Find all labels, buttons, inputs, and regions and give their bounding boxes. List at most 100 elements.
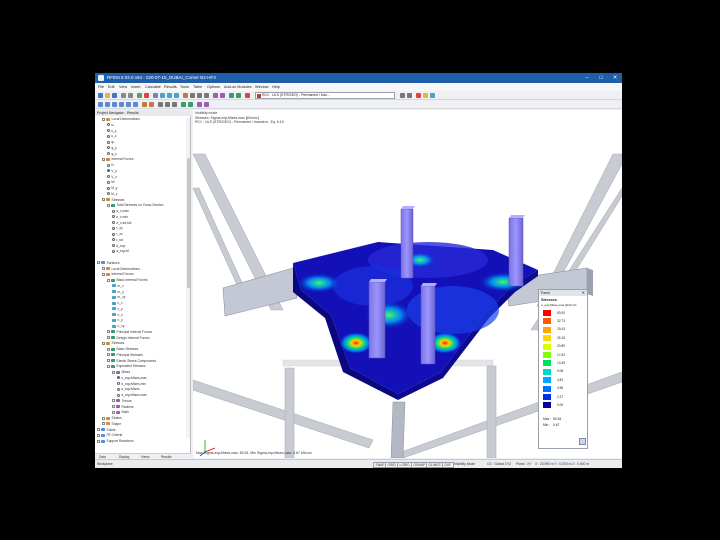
navigator-scrollbar[interactable] xyxy=(186,118,190,438)
tree-item[interactable]: V_z xyxy=(107,175,117,180)
expand-toggle-icon[interactable] xyxy=(112,405,115,409)
view-front-icon[interactable] xyxy=(174,93,179,98)
tree-item[interactable]: Local Deformations xyxy=(102,117,140,122)
tree-item[interactable]: Equivalent Stresses xyxy=(107,364,146,369)
tree-item[interactable]: Support Reactions xyxy=(97,439,134,444)
expand-toggle-icon[interactable] xyxy=(102,416,105,420)
panel-settings-icon[interactable] xyxy=(579,438,586,445)
node-icon[interactable] xyxy=(105,102,110,107)
pan-icon[interactable] xyxy=(197,93,202,98)
radio-button[interactable] xyxy=(112,215,116,219)
radio-button[interactable] xyxy=(117,387,121,391)
tree-item[interactable]: Strains xyxy=(102,416,122,421)
undo-icon[interactable] xyxy=(121,93,126,98)
tree-item[interactable]: Design Internal Forces xyxy=(107,336,150,341)
status-lgrid[interactable]: LGRID xyxy=(397,462,413,468)
expand-toggle-icon[interactable] xyxy=(97,261,100,265)
tree-item[interactable]: Stresses xyxy=(102,198,124,203)
menu-view[interactable]: View xyxy=(119,85,127,89)
radio-button[interactable] xyxy=(107,180,111,184)
calculate-icon[interactable] xyxy=(137,93,142,98)
clipping-icon[interactable] xyxy=(220,93,225,98)
tree-item[interactable]: σ_eqv,Mises xyxy=(117,387,140,392)
maximize-button[interactable]: □ xyxy=(594,74,608,82)
previous-lc-icon[interactable] xyxy=(400,93,405,98)
load-icon[interactable] xyxy=(229,93,234,98)
comment-icon[interactable] xyxy=(204,102,209,107)
zoom-icon[interactable] xyxy=(190,93,195,98)
menu-table[interactable]: Table xyxy=(193,85,202,89)
expand-toggle-icon[interactable] xyxy=(107,278,110,282)
radio-button[interactable] xyxy=(107,186,111,190)
tree-item[interactable]: σ_x,max xyxy=(112,209,129,214)
tree-item[interactable]: Stresses xyxy=(102,341,124,346)
expand-toggle-icon[interactable] xyxy=(102,272,105,276)
show-results-icon[interactable] xyxy=(416,93,421,98)
results-icon[interactable] xyxy=(144,93,149,98)
tree-item[interactable]: Tresca xyxy=(112,399,131,404)
support-icon[interactable] xyxy=(142,102,147,107)
expand-toggle-icon[interactable] xyxy=(107,353,110,357)
expand-toggle-icon[interactable] xyxy=(97,428,100,432)
tree-item[interactable]: Shape xyxy=(102,422,121,427)
hinge-icon[interactable] xyxy=(149,102,154,107)
next-lc-icon[interactable] xyxy=(407,93,412,98)
expand-toggle-icon[interactable] xyxy=(107,347,110,351)
mesh-icon[interactable] xyxy=(181,102,186,107)
menu-edit[interactable]: Edit xyxy=(108,85,115,89)
expand-toggle-icon[interactable] xyxy=(107,364,110,368)
expand-toggle-icon[interactable] xyxy=(102,117,105,121)
tree-item[interactable]: Internal Forces xyxy=(102,272,134,277)
tree-item[interactable]: u_y xyxy=(107,129,117,134)
tree-item[interactable]: σ_x,tot,full xyxy=(112,221,131,226)
new-file-icon[interactable] xyxy=(98,93,103,98)
menu-options[interactable]: Options xyxy=(207,85,220,89)
tree-item[interactable]: n_xy xyxy=(112,324,124,329)
expand-toggle-icon[interactable] xyxy=(102,341,105,345)
combination-icon[interactable] xyxy=(236,93,241,98)
radio-button[interactable] xyxy=(107,169,111,173)
redo-icon[interactable] xyxy=(128,93,133,98)
radio-button[interactable] xyxy=(107,140,111,144)
tree-item[interactable]: φₓ xyxy=(107,140,114,145)
close-button[interactable]: ✕ xyxy=(608,74,622,82)
tree-item[interactable]: Total Stresses on Cross-Section xyxy=(107,203,163,208)
render-icon[interactable] xyxy=(183,93,188,98)
tree-item[interactable]: Basic Internal Forces xyxy=(107,278,147,283)
view-top-icon[interactable] xyxy=(167,93,172,98)
expand-toggle-icon[interactable] xyxy=(102,422,105,426)
expand-toggle-icon[interactable] xyxy=(112,410,115,414)
panel-close-icon[interactable]: ✕ xyxy=(582,290,585,296)
expand-toggle-icon[interactable] xyxy=(107,336,110,340)
tree-item[interactable]: FE Criteria xyxy=(97,433,122,438)
expand-toggle-icon[interactable] xyxy=(97,433,100,437)
expand-toggle-icon[interactable] xyxy=(107,330,110,334)
select-icon[interactable] xyxy=(98,102,103,107)
tree-item[interactable]: V_y xyxy=(107,169,117,174)
status-dxf[interactable]: DXF xyxy=(442,462,454,468)
radio-button[interactable] xyxy=(112,209,116,213)
menu-help[interactable]: Help xyxy=(272,85,280,89)
tree-item[interactable]: n_x xyxy=(112,313,123,318)
minimize-button[interactable]: – xyxy=(580,74,594,82)
tree-item[interactable]: Principal Internal Forces xyxy=(107,330,152,335)
tree-item[interactable]: σ_x,min xyxy=(112,215,128,220)
tree-item[interactable]: τ_xy xyxy=(112,226,123,231)
expand-toggle-icon[interactable] xyxy=(112,399,115,403)
tree-item[interactable]: Mises xyxy=(112,370,130,375)
radio-button[interactable] xyxy=(107,152,111,156)
dimension-icon[interactable] xyxy=(197,102,202,107)
menu-results[interactable]: Results xyxy=(164,85,177,89)
tree-item[interactable]: n_y xyxy=(112,318,123,323)
radio-button[interactable] xyxy=(117,376,121,380)
tree-item[interactable]: Basic Stresses xyxy=(107,347,138,352)
tree-item[interactable]: m_y xyxy=(112,290,124,295)
member-icon[interactable] xyxy=(119,102,124,107)
menu-window[interactable]: Window xyxy=(255,85,269,89)
tree-item[interactable]: m_x xyxy=(112,284,124,289)
rotate-icon[interactable] xyxy=(204,93,209,98)
expand-toggle-icon[interactable] xyxy=(102,198,105,202)
tree-item[interactable]: Internal Forces xyxy=(102,157,134,162)
radio-button[interactable] xyxy=(112,226,116,230)
menu-add-on-modules[interactable]: Add-on Modules xyxy=(224,85,252,89)
